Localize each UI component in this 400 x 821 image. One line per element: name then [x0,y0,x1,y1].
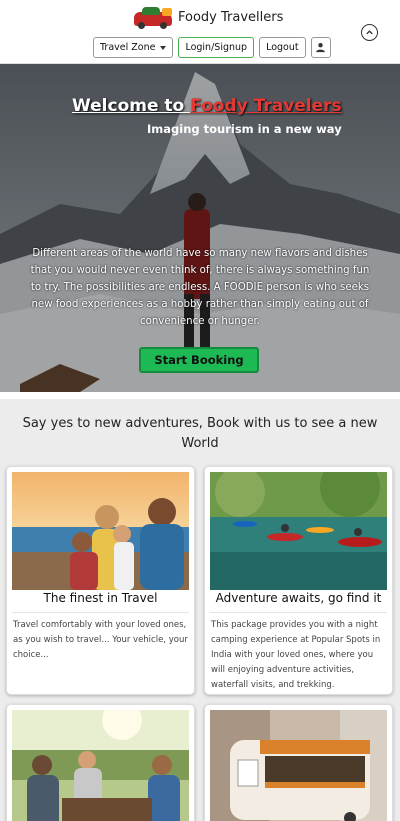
hero-subtitle: Imaging tourism in a new way [147,122,342,136]
packages-section: Say yes to new adventures, Book with us … [0,399,400,821]
package-card[interactable] [6,704,195,821]
hero-title-brand: Foody Travelers [190,96,342,116]
travel-zone-label: Travel Zone [100,42,156,53]
start-booking-button[interactable]: Start Booking [139,347,259,373]
navbar-toggle-button[interactable] [361,24,378,41]
logout-button[interactable]: Logout [259,37,306,58]
nav-buttons: Travel Zone Login/Signup Logout [93,37,331,58]
hero-banner: Welcome to Foody Travelers Imaging touri… [0,64,400,392]
friends-dinner-image [12,710,189,821]
brand[interactable]: Foody Travellers [132,5,283,29]
hero-title-prefix: Welcome to [72,96,191,116]
package-card[interactable]: The finest in Travel Travel comfortably … [6,466,195,695]
logo-icon [132,6,174,29]
family-selfie-image [12,472,189,590]
card-title: The finest in Travel [43,591,158,605]
card-divider [210,612,387,613]
profile-button[interactable] [310,37,331,58]
user-icon [316,43,325,53]
card-title: Adventure awaits, go find it [215,591,382,605]
chevron-up-icon [366,30,373,35]
travel-zone-dropdown[interactable]: Travel Zone [93,37,174,58]
card-text: This package provides you with a night c… [211,620,381,690]
food-truck-image [210,710,387,821]
login-signup-button[interactable]: Login/Signup [178,37,255,58]
section-heading: Say yes to new adventures, Book with us … [22,416,378,451]
hero-title: Welcome to Foody Travelers [72,96,342,116]
navbar: Foody Travellers Travel Zone Login/Signu… [0,0,400,64]
hero-description: Different areas of the world have so man… [30,248,370,327]
kayaking-image [210,472,387,590]
brand-name: Foody Travellers [178,9,284,25]
package-card[interactable]: Adventure awaits, go find it This packag… [204,466,393,695]
card-text: Travel comfortably with your loved ones,… [13,620,188,660]
caret-down-icon [160,45,167,50]
package-card[interactable] [204,704,393,821]
card-divider [12,612,189,613]
